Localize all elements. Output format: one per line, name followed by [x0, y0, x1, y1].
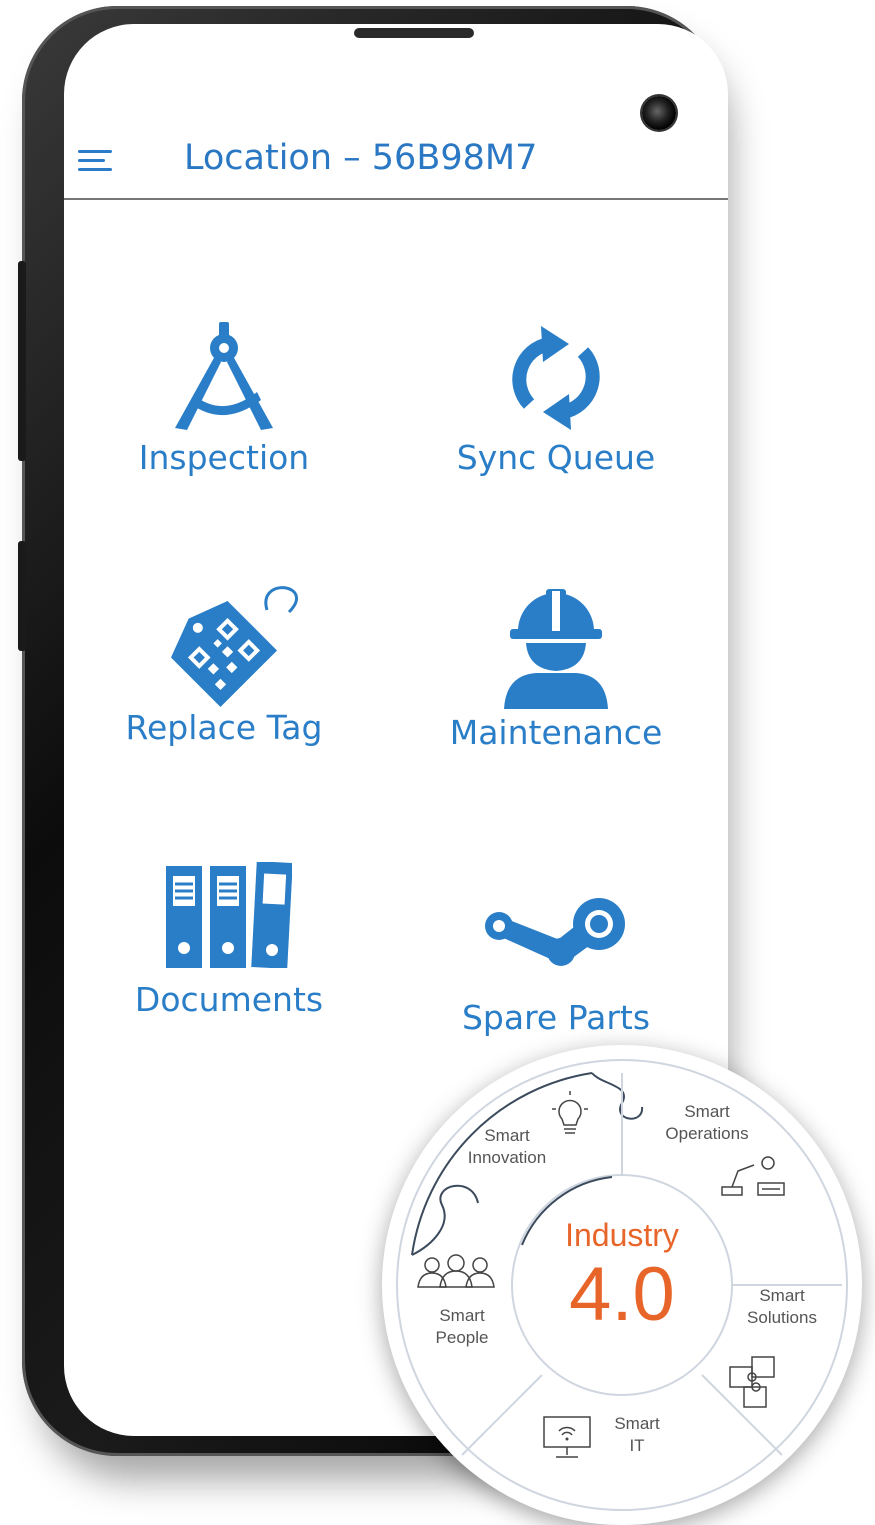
puzzle-icon [729, 1356, 775, 1408]
segment-people: Smart People [435, 1306, 489, 1347]
segment-solutions: Smart Solutions [747, 1286, 817, 1327]
tile-label: Replace Tag [125, 708, 323, 747]
robot-arm-icon [721, 1156, 785, 1196]
tile-documents[interactable]: Documents [89, 862, 369, 1019]
wifi-monitor-icon [543, 1416, 591, 1458]
tile-spare-parts[interactable]: Spare Parts [416, 894, 696, 1037]
volume-button [18, 261, 26, 461]
speaker-grille [354, 28, 474, 38]
industry-4-badge: Industry 4.0 Smart Innovation Smart Operat… [382, 1045, 862, 1525]
sync-icon [512, 326, 600, 430]
industry-label: Industry [565, 1217, 679, 1253]
segment-innovation: Smart Innovation [467, 1126, 547, 1167]
header-divider [64, 198, 728, 200]
tile-sync-queue[interactable]: Sync Queue [416, 322, 696, 477]
segment-operations: Smart Operations [665, 1102, 749, 1143]
tile-label: Documents [134, 980, 324, 1019]
tile-replace-tag[interactable]: Replace Tag [84, 584, 364, 747]
tile-label: Inspection [138, 438, 310, 477]
tile-label: Spare Parts [461, 998, 651, 1037]
worker-hardhat-icon [504, 589, 608, 709]
linkage-icon [485, 898, 625, 966]
power-button [18, 541, 26, 651]
tile-maintenance[interactable]: Maintenance [416, 579, 696, 752]
tile-label: Maintenance [449, 713, 663, 752]
tile-inspection[interactable]: Inspection [84, 322, 364, 477]
qr-tag-icon [170, 586, 298, 708]
hamburger-menu-icon[interactable] [78, 150, 112, 176]
app-header: Location – 56B98M7 [64, 114, 728, 210]
people-icon [417, 1254, 495, 1288]
page-title: Location – 56B98M7 [184, 138, 538, 178]
compass-icon [175, 322, 273, 430]
binders-icon [166, 862, 292, 968]
segment-it: Smart IT [614, 1414, 660, 1455]
tile-label: Sync Queue [456, 438, 656, 477]
